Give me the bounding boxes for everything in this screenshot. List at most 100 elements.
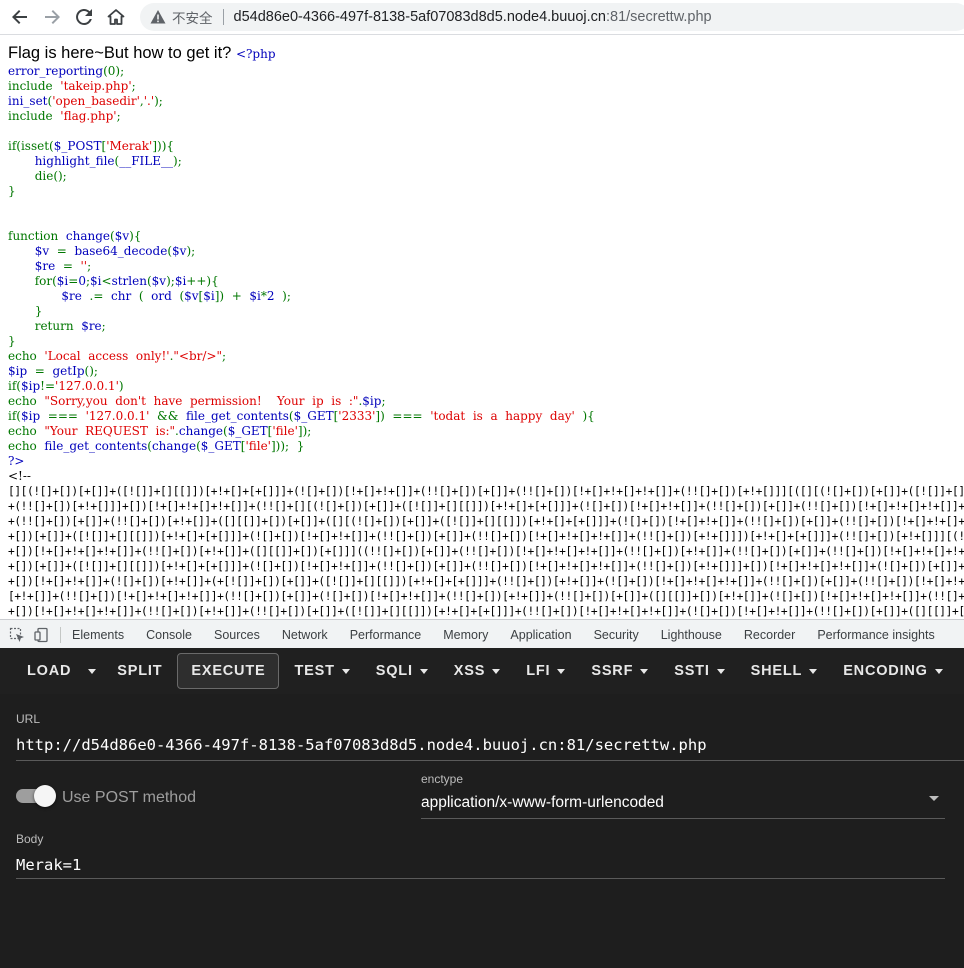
code-token: ; (222, 349, 227, 363)
address-bar[interactable]: 不安全 d54d86e0-4366-497f-8138-5af07083d8d5… (140, 3, 964, 31)
code-token: if( (8, 379, 21, 393)
code-line: } (8, 334, 964, 349)
code-line: if($ip!='127.0.0.1') (8, 379, 964, 394)
code-token: change (178, 424, 223, 438)
code-line: $re = ''; (8, 259, 964, 274)
lfi-button[interactable]: LFI (513, 654, 578, 688)
code-token: ; (381, 394, 386, 408)
jsfuck-line: +(!![]+[])[+!+[]]]+[])[!+[]+!+[]+!+[]]+(… (8, 500, 964, 513)
execute-button[interactable]: EXECUTE (177, 653, 280, 689)
code-token: $v (184, 289, 199, 303)
caret-down-icon (934, 668, 943, 674)
code-token: = (68, 274, 79, 288)
shell-button[interactable]: SHELL (738, 654, 831, 688)
toggle-knob (34, 785, 56, 807)
code-token: $ip (20, 409, 48, 423)
code-token: ])); } (270, 439, 305, 453)
devtools-tab[interactable]: Memory (432, 628, 499, 642)
forward-button[interactable] (38, 3, 66, 31)
code-token: === (47, 409, 86, 423)
jsfuck-line: +[])[!+[]+!+[]+!+[]]+(!![]+[])[+!+[]]+(!… (8, 605, 964, 618)
inspect-element-icon[interactable] (9, 627, 25, 643)
code-line: echo file_get_contents(change($_GET['fil… (8, 439, 964, 454)
code-token: "Your REQUEST is:" (44, 424, 176, 438)
load-dropdown-button[interactable] (84, 654, 100, 688)
code-token: ) (118, 379, 124, 393)
test-button[interactable]: TEST (281, 654, 362, 688)
devtools-tab[interactable]: Network (271, 628, 339, 642)
ssti-button[interactable]: SSTI (661, 654, 737, 688)
devtools-tab[interactable]: Performance insights (806, 628, 945, 642)
devtools-tab[interactable]: Console (135, 628, 203, 642)
code-token: '2333' (338, 409, 376, 423)
code-token: ord (151, 289, 180, 303)
button-label: EXECUTE (191, 663, 266, 679)
devtools-tab[interactable]: Performance (339, 628, 433, 642)
code-token: strlen (111, 274, 147, 288)
code-token: 'todat is a happy day' (430, 409, 583, 423)
code-token: $ip (362, 394, 382, 408)
code-token: '127.0.0.1' (55, 379, 119, 393)
body-input[interactable]: Merak=1 (16, 856, 945, 879)
code-token: $re (81, 319, 102, 333)
code-token: ])){ (152, 139, 175, 153)
devtools-tab[interactable]: Elements (61, 628, 135, 642)
code-token: change (65, 229, 110, 243)
devtools-tab[interactable]: Recorder (733, 628, 806, 642)
enctype-label: enctype (421, 772, 464, 786)
ssrf-button[interactable]: SSRF (578, 654, 661, 688)
enctype-value: application/x-www-form-urlencoded (421, 794, 664, 811)
code-token: 0 (78, 274, 86, 288)
back-button[interactable] (6, 3, 34, 31)
caret-down-icon (419, 668, 428, 674)
code-token: } (8, 334, 16, 348)
devtools-tab[interactable]: Security (583, 628, 650, 642)
url-input[interactable]: http://d54d86e0-4366-497f-8138-5af07083d… (16, 736, 964, 761)
code-token: ; (131, 79, 136, 93)
encoding-button[interactable]: ENCODING (830, 654, 956, 688)
devtools-tab[interactable]: Sources (203, 628, 271, 642)
split-button[interactable]: SPLIT (104, 654, 175, 688)
home-button[interactable] (102, 3, 130, 31)
code-token: ); (173, 154, 182, 168)
code-token: = (34, 364, 53, 378)
code-token: base64_decode (74, 244, 168, 258)
code-line: <!-- (8, 469, 964, 484)
url-path: :81/secrettw.php (606, 9, 712, 25)
hackbar-panel: LOAD SPLIT EXECUTE TEST SQLI XSS LFI SSRF SSTI SH… (0, 648, 964, 968)
code-token: file_get_contents (186, 409, 289, 423)
code-line: include 'flag.php'; (8, 109, 964, 124)
code-token: for( (8, 274, 57, 288)
code-token: ( (138, 289, 152, 303)
caret-down-icon (492, 668, 501, 674)
devtools-tab[interactable]: Application (499, 628, 582, 642)
code-token: ++){ (186, 274, 219, 288)
code-token: $re (34, 259, 63, 273)
post-method-toggle[interactable] (16, 785, 56, 807)
chevron-down-icon (929, 796, 939, 801)
device-toolbar-icon[interactable] (34, 627, 50, 643)
devtools-tab[interactable]: Lighthouse (650, 628, 733, 642)
code-token: $_GET (200, 439, 241, 453)
enctype-select[interactable]: application/x-www-form-urlencoded (421, 790, 945, 819)
xss-button[interactable]: XSS (441, 654, 513, 688)
code-line: die(); (8, 169, 964, 184)
code-token: 'file' (272, 424, 298, 438)
sqli-button[interactable]: SQLI (363, 654, 441, 688)
button-label: ENCODING (843, 663, 928, 679)
code-line: $re .= chr ( ord ($v[$i]) + $i*2 ); (8, 289, 964, 304)
button-label: TEST (294, 663, 335, 679)
code-token: <!-- (8, 469, 31, 483)
code-token: __FILE__ (119, 154, 174, 168)
code-token: ]) === (375, 409, 431, 423)
code-token: getIp (52, 364, 85, 378)
code-token: file_get_contents (44, 439, 148, 453)
load-button[interactable]: LOAD (14, 654, 84, 688)
code-token: ); (186, 244, 196, 258)
reload-button[interactable] (70, 3, 98, 31)
code-token: '127.0.0.1' (85, 409, 158, 423)
back-arrow-icon (12, 10, 27, 24)
